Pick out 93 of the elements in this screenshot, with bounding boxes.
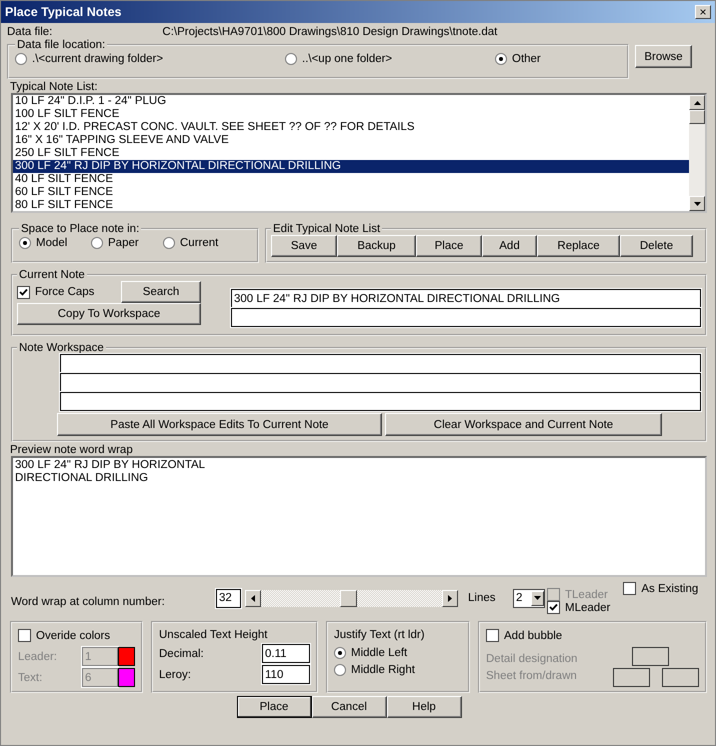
- data-file-path: C:\Projects\HA9701\800 Drawings\810 Design Drawings\tnote.dat: [162, 26, 498, 38]
- scroll-thumb[interactable]: [689, 110, 705, 124]
- window-title: Place Typical Notes: [5, 5, 122, 19]
- group-title: Note Workspace: [18, 342, 105, 354]
- edit-button[interactable]: Delete: [620, 235, 693, 257]
- color-swatch[interactable]: [118, 647, 135, 666]
- list-item[interactable]: 12' X 20' I.D. PRECAST CONC. VAULT. SEE SHEET ?? OF ?? FOR DETAILS: [13, 121, 689, 134]
- group-title: Data file location:: [16, 39, 106, 51]
- list-item[interactable]: 16" X 16" TAPPING SLEEVE AND VALVE: [13, 134, 689, 147]
- list-item[interactable]: 40 LF SILT FENCE: [13, 173, 689, 186]
- copy-button[interactable]: Copy To Workspace: [17, 303, 201, 325]
- radio-label: Middle Left: [351, 647, 408, 659]
- radio-label: Paper: [108, 237, 139, 249]
- clear-button[interactable]: Clear Workspace and Current Note: [385, 413, 662, 436]
- column-slider[interactable]: [245, 590, 458, 606]
- list-item[interactable]: 300 LF 24" RJ DIP BY HORIZONTAL DIRECTIONAL DRILLING: [13, 160, 689, 173]
- checkbox-label: Overide colors: [36, 630, 110, 642]
- radio-label: Model: [36, 237, 68, 249]
- edit-button[interactable]: Add: [482, 235, 537, 257]
- scroll-down-icon[interactable]: [689, 196, 705, 211]
- note-list[interactable]: [11, 93, 707, 213]
- radio-button[interactable]: [334, 664, 346, 676]
- dialog-button[interactable]: Cancel: [312, 696, 386, 718]
- radio-label: ..\<up one folder>: [302, 53, 392, 65]
- sheet-label: Sheet from/drawn: [486, 670, 578, 682]
- dialog-button[interactable]: Help: [386, 696, 462, 718]
- lines-dropdown[interactable]: 2: [513, 588, 545, 608]
- group-title: Unscaled Text Height: [159, 629, 268, 641]
- word-wrap-label: Word wrap at column number:: [11, 596, 166, 608]
- group-title: Space to Place note in:: [20, 223, 140, 235]
- checkbox-label: Force Caps: [35, 286, 94, 298]
- scrollbar[interactable]: [689, 95, 705, 211]
- radio-label: Middle Right: [351, 664, 415, 676]
- close-button[interactable]: ×: [695, 5, 711, 19]
- checkbox[interactable]: [18, 629, 31, 642]
- input-field[interactable]: [60, 373, 701, 392]
- preview-line: DIRECTIONAL DRILLING: [15, 472, 150, 485]
- input-field[interactable]: 110: [262, 665, 310, 684]
- group-title: Current Note: [18, 269, 86, 281]
- input-field[interactable]: [60, 354, 701, 373]
- preview-line: 300 LF 24" RJ DIP BY HORIZONTAL: [15, 459, 206, 472]
- list-item[interactable]: 100 LF SILT FENCE: [13, 108, 689, 121]
- list-item[interactable]: 80 LF SILT FENCE: [13, 199, 689, 211]
- group-title: Edit Typical Note List: [272, 223, 382, 235]
- input-field[interactable]: 300 LF 24" RJ DIP BY HORIZONTAL DIRECTIONAL DRILLING: [231, 289, 701, 308]
- edit-button[interactable]: Save: [271, 235, 337, 257]
- checkbox[interactable]: [623, 582, 636, 595]
- lines-label: Lines: [468, 592, 496, 604]
- radio-button[interactable]: [163, 237, 175, 249]
- radio-button[interactable]: [91, 237, 103, 249]
- radio-button[interactable]: [334, 647, 346, 659]
- input-field[interactable]: 0.11: [262, 644, 310, 663]
- checkbox-label: TLeader: [565, 588, 608, 600]
- checkbox-label: As Existing: [641, 582, 698, 594]
- paste-button[interactable]: Paste All Workspace Edits To Current Note: [57, 413, 382, 436]
- data-file-label: Data file:: [7, 26, 52, 38]
- detail-label: Detail designation: [486, 653, 578, 665]
- field-label: Leroy:: [159, 668, 191, 680]
- color-label: Text:: [18, 672, 44, 684]
- list-label: Typical Note List:: [10, 81, 99, 93]
- radio-label: Other: [512, 53, 541, 65]
- radio-label: Current: [180, 237, 218, 249]
- group-title: Justify Text (rt ldr): [334, 629, 426, 641]
- list-item[interactable]: 250 LF SILT FENCE: [13, 147, 689, 160]
- input-field[interactable]: [60, 392, 701, 411]
- checkbox[interactable]: [547, 601, 560, 614]
- search-button[interactable]: Search: [121, 281, 201, 303]
- list-item[interactable]: 10 LF 24" D.I.P. 1 - 24" PLUG: [13, 95, 689, 108]
- checkbox[interactable]: [486, 629, 499, 642]
- list-item[interactable]: 60 LF SILT FENCE: [13, 186, 689, 199]
- input-field[interactable]: [231, 308, 701, 327]
- edit-button[interactable]: Backup: [337, 235, 416, 257]
- scroll-right-icon[interactable]: [442, 590, 458, 606]
- radio-label: .\<current drawing folder>: [32, 53, 164, 65]
- radio-button[interactable]: [15, 53, 27, 65]
- slider-thumb[interactable]: [340, 590, 357, 606]
- radio-button[interactable]: [19, 237, 31, 249]
- preview-label: Preview note word wrap: [10, 444, 134, 456]
- color-swatch[interactable]: [118, 668, 135, 687]
- scroll-up-icon[interactable]: [689, 95, 705, 110]
- checkbox-label: Add bubble: [504, 630, 562, 642]
- edit-button[interactable]: Replace: [537, 235, 620, 257]
- scroll-left-icon[interactable]: [245, 590, 261, 606]
- radio-button[interactable]: [495, 53, 507, 65]
- column-field[interactable]: 32: [216, 588, 241, 608]
- edit-button[interactable]: Place: [416, 235, 482, 257]
- checkbox-label: MLeader: [565, 602, 610, 614]
- field-label: Decimal:: [159, 648, 204, 660]
- checkbox[interactable]: [17, 286, 30, 298]
- dialog-button[interactable]: Place: [236, 696, 312, 718]
- color-label: Leader:: [18, 650, 58, 662]
- radio-button[interactable]: [285, 53, 297, 65]
- browse-button[interactable]: Browse: [635, 45, 692, 68]
